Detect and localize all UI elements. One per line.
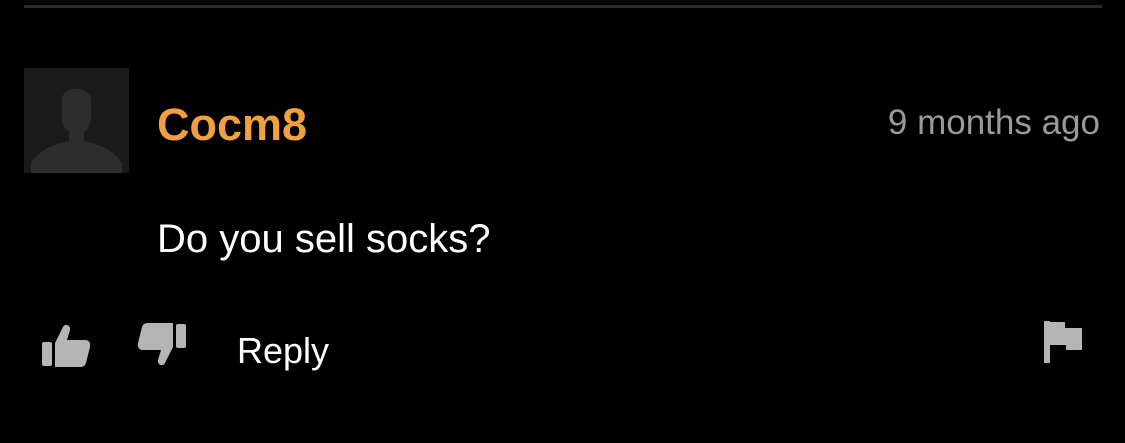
thumbs-up-icon[interactable] [40, 322, 92, 368]
username[interactable]: Cocm8 [157, 99, 307, 151]
thumbs-down-icon[interactable] [136, 322, 188, 368]
comment-text: Do you sell socks? [157, 217, 491, 261]
comment-timestamp: 9 months ago [887, 103, 1100, 142]
user-silhouette-icon [24, 68, 129, 173]
avatar[interactable] [24, 68, 129, 173]
comment-card: Cocm8 9 months ago Do you sell socks? Re… [0, 0, 1125, 443]
reply-button[interactable]: Reply [237, 329, 329, 373]
flag-icon[interactable] [1042, 319, 1084, 365]
top-divider [24, 5, 1102, 8]
